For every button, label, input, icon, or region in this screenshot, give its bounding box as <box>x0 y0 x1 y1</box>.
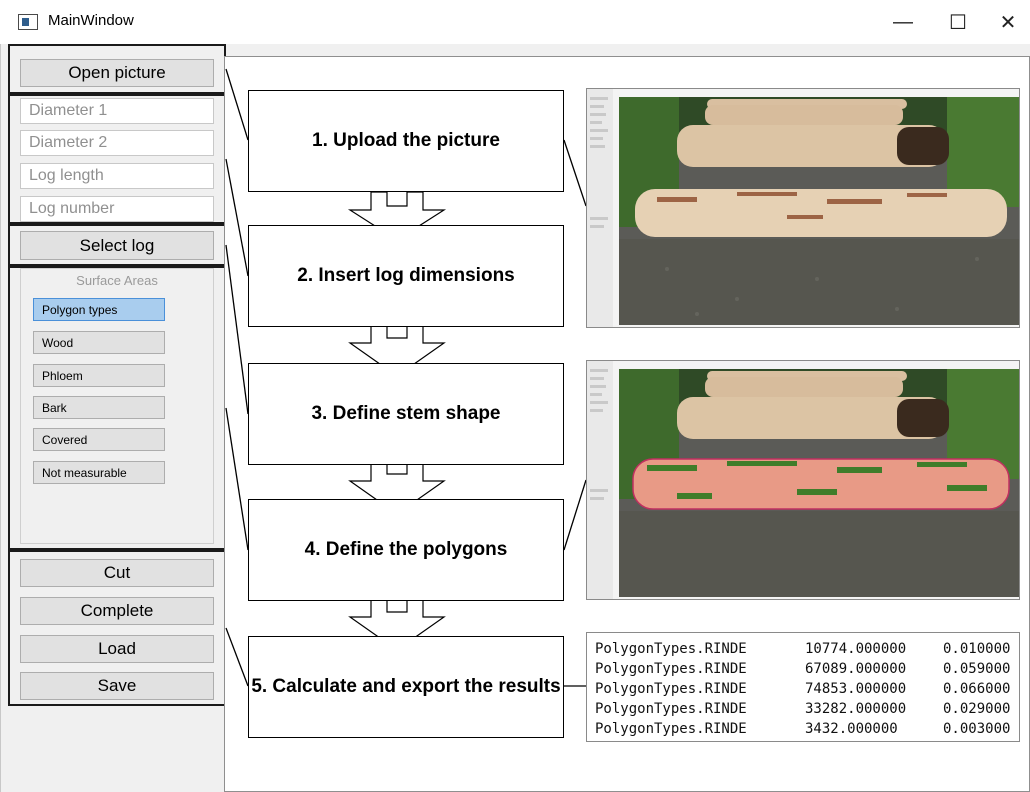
result-area: 67089.000000 <box>805 661 907 677</box>
result-type: PolygonTypes.RINDE <box>595 701 747 717</box>
results-output: PolygonTypes.RINDE 10774.000000 0.010000 Po… <box>586 632 1020 742</box>
result-type: PolygonTypes.RINDE <box>595 661 747 677</box>
result-fraction: 0.029000 <box>943 701 1011 717</box>
result-type: PolygonTypes.RINDE <box>595 721 747 737</box>
connector-select-to-step3 <box>225 244 249 415</box>
step-2-box: 2. Insert log dimensions <box>248 225 564 327</box>
polygon-picture-preview <box>586 360 1020 600</box>
result-fraction: 0.003000 <box>943 721 1011 737</box>
result-area: 10774.000000 <box>805 641 907 657</box>
result-type: PolygonTypes.RINDE <box>595 641 747 657</box>
connector-open-to-step1 <box>225 68 249 141</box>
connector-dimensions-to-step2 <box>225 158 249 277</box>
result-row: PolygonTypes.RINDE 74853.000000 0.066000 <box>587 681 1019 700</box>
result-type: PolygonTypes.RINDE <box>595 681 747 697</box>
uploaded-picture-preview <box>586 88 1020 328</box>
result-area: 33282.000000 <box>805 701 907 717</box>
connector-surface-to-step4 <box>225 407 249 551</box>
result-fraction: 0.010000 <box>943 641 1011 657</box>
step-4-box: 4. Define the polygons <box>248 499 564 601</box>
connector-step1-to-photo1 <box>563 139 587 207</box>
result-row: PolygonTypes.RINDE 3432.000000 0.003000 <box>587 721 1019 740</box>
result-area: 74853.000000 <box>805 681 907 697</box>
step-1-box: 1. Upload the picture <box>248 90 564 192</box>
step-3-box: 3. Define stem shape <box>248 363 564 465</box>
result-fraction: 0.066000 <box>943 681 1011 697</box>
log-photo-image <box>587 89 1019 327</box>
result-row: PolygonTypes.RINDE 10774.000000 0.010000 <box>587 641 1019 660</box>
log-photo-polygons-image <box>587 361 1019 599</box>
result-row: PolygonTypes.RINDE 33282.000000 0.029000 <box>587 701 1019 720</box>
result-row: PolygonTypes.RINDE 67089.000000 0.059000 <box>587 661 1019 680</box>
result-area: 3432.000000 <box>805 721 898 737</box>
step-5-box: 5. Calculate and export the results <box>248 636 564 738</box>
result-fraction: 0.059000 <box>943 661 1011 677</box>
connector-step4-to-photo2 <box>563 479 587 551</box>
connector-actions-to-step5 <box>225 627 249 687</box>
